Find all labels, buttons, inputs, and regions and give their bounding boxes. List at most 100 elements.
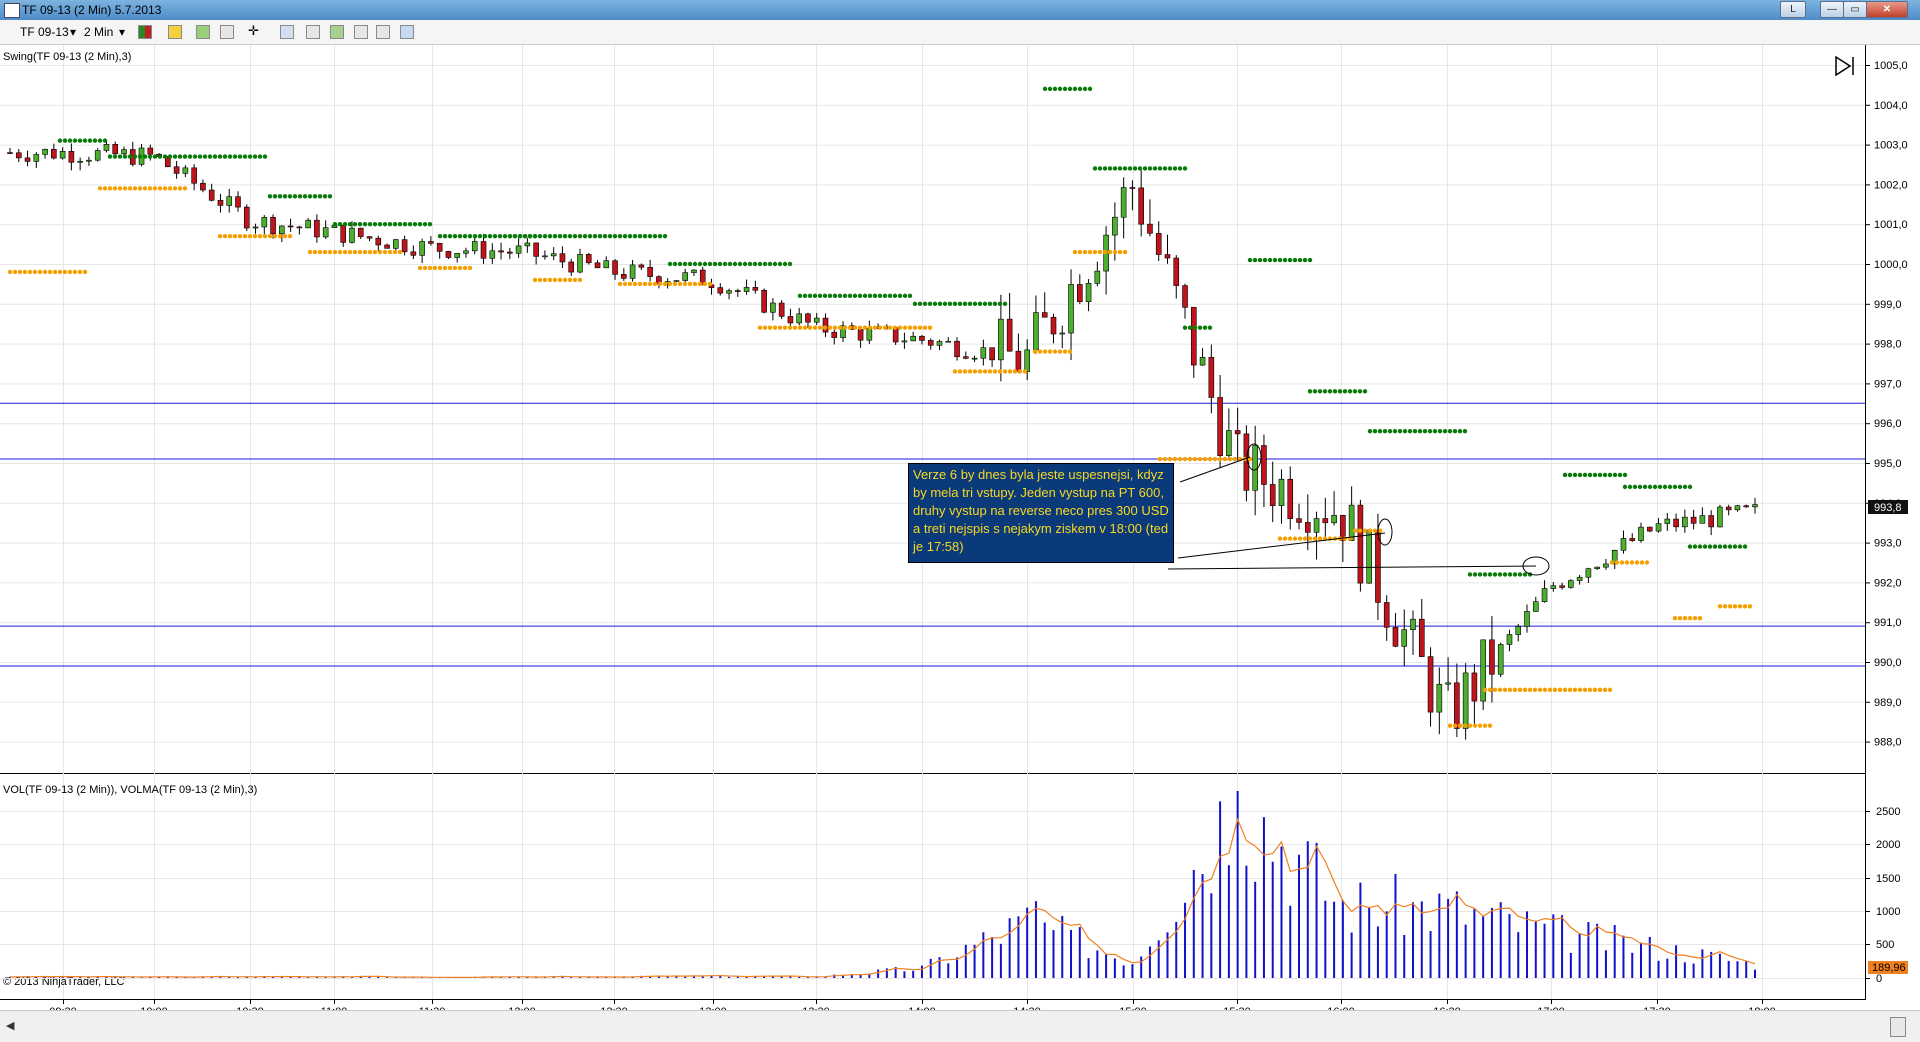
crosshair-icon[interactable]: ✛ (248, 25, 262, 39)
last-price-label: 993,8 (1874, 502, 1902, 514)
swing-high-dot (1563, 473, 1567, 477)
volume-bar (877, 970, 879, 978)
interval-selector[interactable]: 2 Min (84, 25, 113, 39)
templates-icon[interactable] (376, 25, 390, 39)
scroll-left-icon[interactable]: ◀ (6, 1019, 14, 1032)
volume-bar (1491, 908, 1493, 978)
swing-low-dot (113, 186, 117, 190)
swing-high-dot (1108, 166, 1112, 170)
swing-high-dot (498, 234, 502, 238)
swing-low-dot (1218, 457, 1222, 461)
swing-low-dot (338, 250, 342, 254)
swing-high-dot (1173, 166, 1177, 170)
swing-high-dot (1653, 485, 1657, 489)
swing-high-dot (453, 234, 457, 238)
swing-high-dot (553, 234, 557, 238)
draw-icon[interactable] (168, 25, 182, 39)
swing-high-dot (1578, 473, 1582, 477)
candle-body (437, 243, 442, 251)
swing-low-dot (803, 325, 807, 329)
volume-bar (1412, 902, 1414, 978)
volume-bar (1096, 950, 1098, 978)
swing-low-dot (28, 270, 32, 274)
swing-high-dot (1153, 166, 1157, 170)
swing-high-dot (843, 294, 847, 298)
swing-high-dot (1158, 166, 1162, 170)
maximize-button[interactable]: ▭ (1843, 1, 1867, 18)
chart-trader-icon[interactable] (354, 25, 368, 39)
swing-low-dot (23, 270, 27, 274)
swing-low-dot (1188, 457, 1192, 461)
volume-bar (1123, 965, 1125, 978)
volume-bar (1079, 927, 1081, 978)
swing-low-dot (768, 325, 772, 329)
swing-high-dot (443, 234, 447, 238)
swing-low-dot (73, 270, 77, 274)
y-tick-label: 0 (1876, 973, 1882, 985)
candle-body (1402, 630, 1407, 647)
candle-body (674, 281, 679, 282)
swing-high-dot (1093, 166, 1097, 170)
strategy-icon[interactable] (220, 25, 234, 39)
add-indicator-icon[interactable] (196, 25, 210, 39)
swing-low-dot (1673, 616, 1677, 620)
candle-body (393, 240, 398, 249)
candle-body (1665, 519, 1670, 523)
swing-high-dot (578, 234, 582, 238)
swing-low-dot (33, 270, 37, 274)
close-button[interactable]: ✕ (1866, 1, 1908, 18)
swing-high-dot (698, 262, 702, 266)
chevron-down-icon[interactable]: ▾ (119, 25, 125, 39)
swing-low-dot (1458, 723, 1462, 727)
swing-low-dot (1068, 349, 1072, 353)
swing-high-dot (228, 154, 232, 158)
candle-body (1709, 516, 1714, 527)
properties-icon[interactable] (306, 25, 320, 39)
swing-high-dot (1408, 429, 1412, 433)
swing-low-dot (173, 186, 177, 190)
volume-bar (1000, 944, 1002, 978)
data-box-icon[interactable] (330, 25, 344, 39)
swing-high-dot (123, 154, 127, 158)
swing-high-dot (68, 138, 72, 142)
candle-body (998, 319, 1003, 360)
volume-bar (1561, 915, 1563, 978)
swing-high-dot (1628, 485, 1632, 489)
layout-icon[interactable] (400, 25, 414, 39)
swing-low-dot (1373, 528, 1377, 532)
volume-bar (1728, 961, 1730, 978)
swing-high-dot (1103, 166, 1107, 170)
swing-high-dot (258, 154, 262, 158)
minimize-button[interactable]: — (1820, 1, 1844, 18)
swing-low-dot (1503, 688, 1507, 692)
link-button[interactable]: L (1780, 1, 1806, 18)
horizontal-scrollbar[interactable]: ◀ (0, 1010, 1920, 1042)
zoom-icon[interactable] (280, 25, 294, 39)
chevron-down-icon[interactable]: ▾ (70, 25, 76, 39)
swing-high-dot (888, 294, 892, 298)
swing-high-dot (263, 154, 267, 158)
annotation-textbox[interactable]: Verze 6 by dnes byla jeste uspesnejsi, k… (908, 463, 1174, 563)
candle-body (1393, 627, 1398, 646)
swing-low-dot (1173, 457, 1177, 461)
y-tick-label: 990,0 (1874, 657, 1902, 669)
swing-high-dot (193, 154, 197, 158)
scroll-thumb[interactable] (1890, 1017, 1906, 1037)
swing-low-dot (1615, 560, 1619, 564)
swing-low-dot (918, 325, 922, 329)
swing-low-dot (1678, 616, 1682, 620)
swing-low-dot (653, 282, 657, 286)
swing-high-dot (1368, 429, 1372, 433)
candle-body (1726, 507, 1731, 510)
instrument-selector[interactable]: TF 09-13 (20, 25, 69, 39)
candle-body (990, 348, 995, 360)
volume-bar (1149, 947, 1151, 978)
swing-low-dot (378, 250, 382, 254)
volume-bar (1693, 964, 1695, 978)
candle-body (1595, 567, 1600, 569)
candle-body (727, 291, 732, 294)
bar-style-icon[interactable] (138, 25, 152, 39)
candle-body (279, 226, 284, 234)
swing-high-dot (1398, 429, 1402, 433)
swing-high-dot (583, 234, 587, 238)
